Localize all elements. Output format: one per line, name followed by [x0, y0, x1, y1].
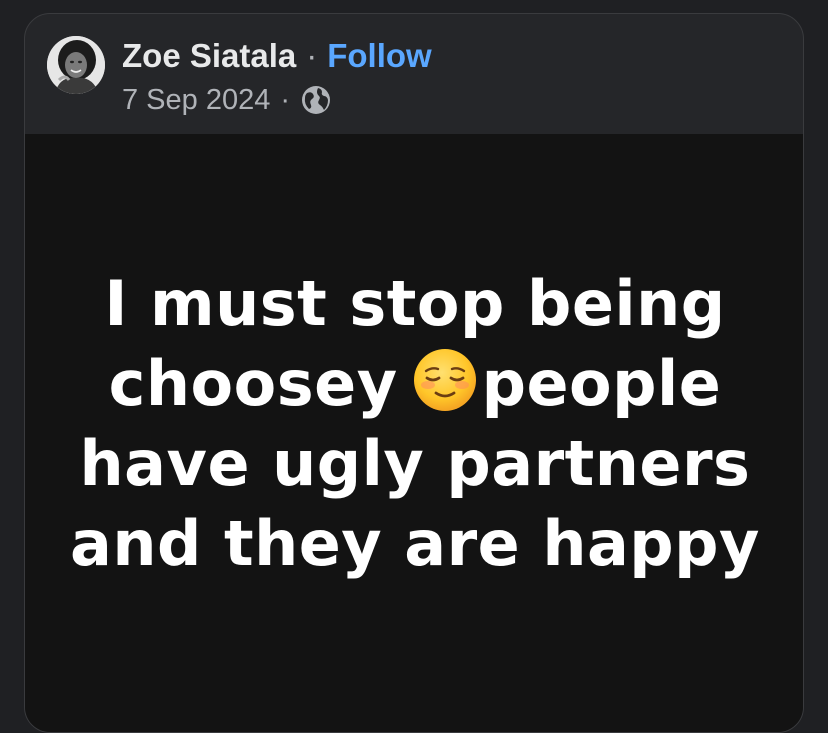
globe-icon [300, 84, 332, 116]
post-card: Zoe Siatala · Follow 7 Sep 2024 · I must… [24, 13, 804, 733]
post-date[interactable]: 7 Sep 2024 [122, 84, 270, 117]
post-text-line-4: and they are happy [70, 507, 760, 580]
post-text-line-3: have ugly partners [79, 427, 751, 500]
post-text-line-2: choosey people [25, 344, 803, 424]
post-text: I must stop being choosey people have ug… [25, 264, 803, 584]
avatar-photo [47, 36, 105, 94]
relieved-face-emoji-icon [412, 347, 478, 413]
name-separator: · [306, 37, 318, 74]
post-body[interactable]: I must stop being choosey people have ug… [25, 134, 803, 732]
author-name[interactable]: Zoe Siatala [122, 37, 296, 75]
post-text-word-choosey: choosey [108, 347, 398, 420]
avatar[interactable] [47, 36, 105, 94]
meta-separator: · [280, 83, 291, 116]
post-meta: 7 Sep 2024 · [122, 82, 332, 118]
follow-button[interactable]: Follow [327, 37, 431, 75]
post-text-line-1: I must stop being [104, 267, 726, 340]
post-text-word-people: people [481, 347, 722, 420]
post-header: Zoe Siatala · Follow 7 Sep 2024 · [25, 14, 803, 134]
author-line: Zoe Siatala · Follow [122, 36, 432, 76]
